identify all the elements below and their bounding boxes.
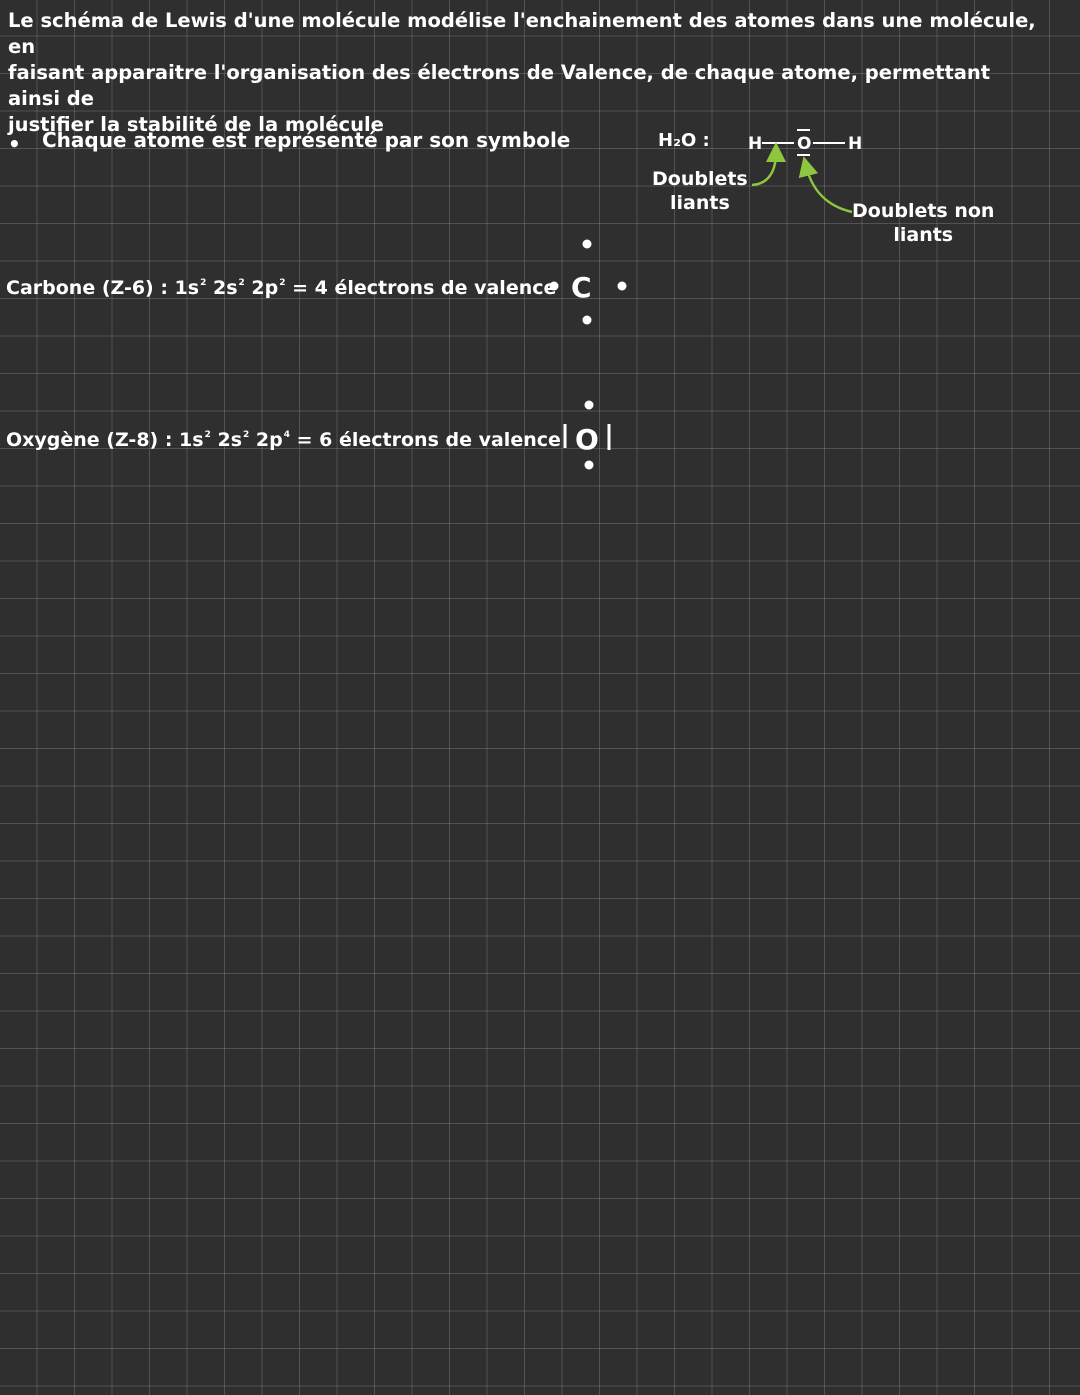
bonding-pair-arrow (751, 142, 786, 187)
oxygen-symbol: O (575, 423, 599, 456)
water-atom-o: O (797, 134, 811, 154)
oxygen-electron-bottom (584, 460, 594, 470)
carbon-electron-top (582, 239, 592, 249)
water-lewis-structure: H O H (748, 129, 862, 156)
carbon-electron-right (617, 281, 627, 291)
oxygen-electron-top (584, 400, 594, 410)
carbon-electron-left (549, 281, 559, 291)
carbon-symbol: C (571, 271, 592, 304)
water-atom-h-left: H (748, 134, 762, 154)
carbon-lewis-dot: C (549, 239, 627, 325)
oxygen-lewis-dot: O (563, 400, 611, 470)
water-atom-h-right: H (848, 134, 862, 154)
carbon-electron-bottom (582, 315, 592, 325)
lone-pair-arrow (798, 156, 853, 214)
lewis-diagrams: H O H C O (549, 129, 862, 470)
